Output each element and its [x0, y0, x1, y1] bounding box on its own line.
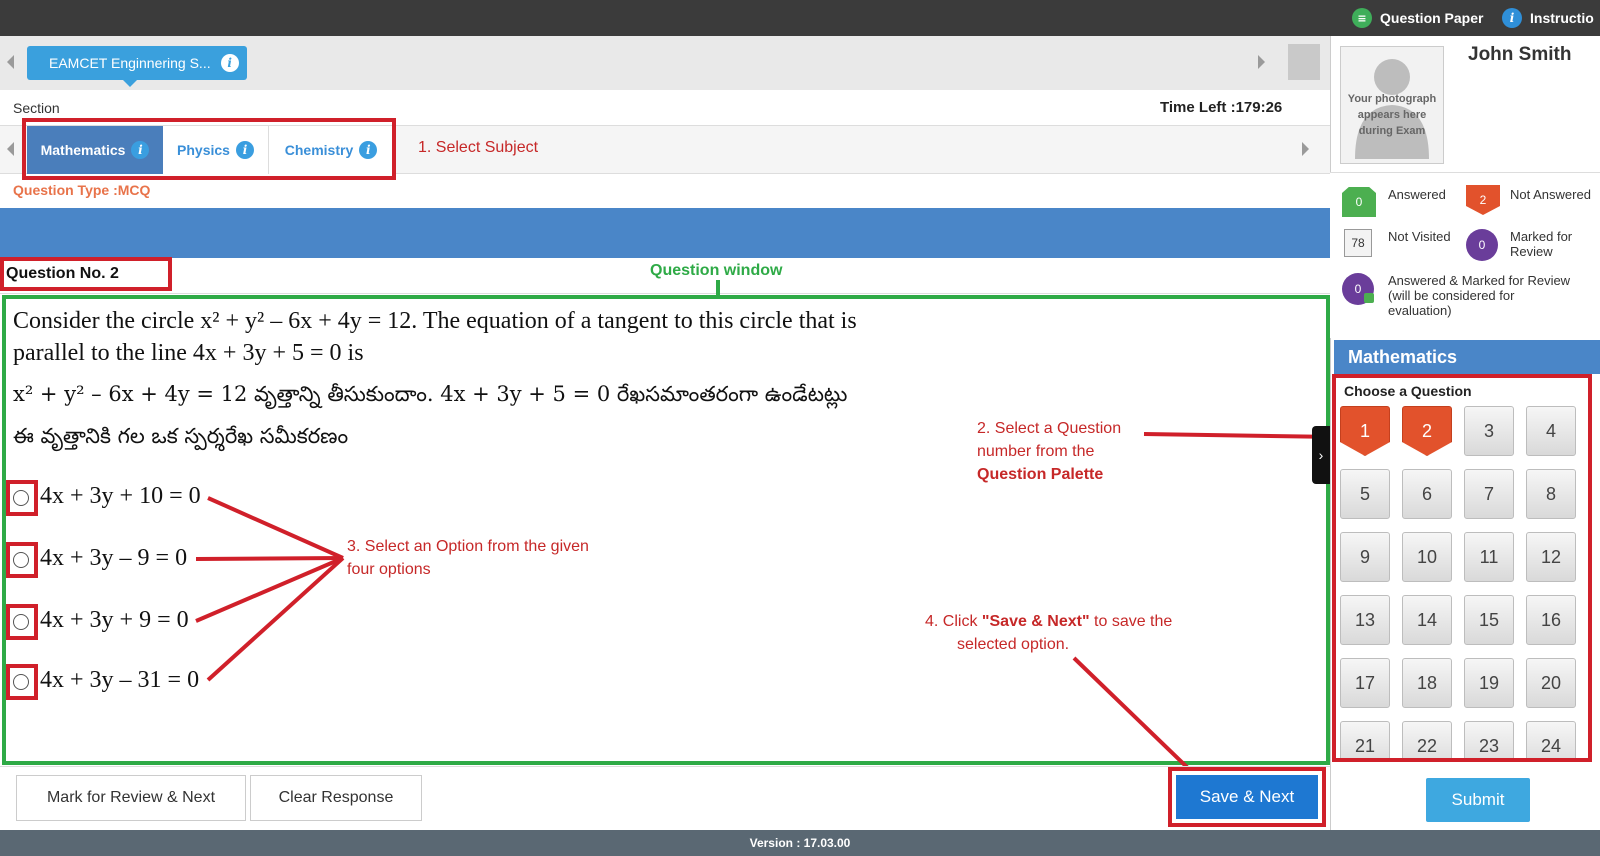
option-2-highlight: [6, 542, 38, 578]
annotation-select-question-line-3: Question Palette: [977, 466, 1104, 483]
subject-scroll-left-icon[interactable]: [7, 142, 14, 156]
palette-highlight: [1332, 374, 1592, 762]
option-4-text[interactable]: 4x + 3y – 31 = 0: [40, 667, 199, 694]
not-visited-label: Not Visited: [1388, 229, 1451, 244]
scroll-left-icon[interactable]: [7, 55, 14, 69]
info-icon[interactable]: i: [220, 54, 239, 72]
save-next-highlight: [1168, 767, 1326, 827]
version-footer: Version : 17.03.00: [0, 830, 1600, 856]
scroll-handle[interactable]: [1288, 44, 1320, 80]
collapse-panel-handle[interactable]: ›: [1312, 426, 1330, 484]
annotation-select-question-line-2: number from the: [977, 443, 1095, 460]
option-2-text[interactable]: 4x + 3y – 9 = 0: [40, 545, 187, 572]
mark-review-next-button[interactable]: Mark for Review & Next: [16, 775, 246, 821]
answered-badge: 0: [1342, 187, 1376, 217]
question-paper-icon: ≡: [1352, 8, 1372, 28]
exam-tab[interactable]: EAMCET Enginnering S... i: [27, 46, 247, 87]
question-type: Question Type :MCQ: [13, 182, 151, 198]
submit-button[interactable]: Submit: [1426, 778, 1530, 822]
clear-response-button[interactable]: Clear Response: [250, 775, 422, 821]
instructions-link[interactable]: i Instructio: [1502, 8, 1594, 28]
annotation-select-subject: 1. Select Subject: [418, 139, 539, 156]
subject-scroll-right-icon[interactable]: [1302, 142, 1309, 156]
candidate-photo: Your photograph appears here during Exam: [1340, 46, 1444, 164]
answered-label: Answered: [1388, 187, 1446, 202]
question-text-line-2: parallel to the line 4x + 3y + 5 = 0 is: [13, 340, 364, 366]
marked-badge: 0: [1466, 229, 1498, 261]
question-text-telugu-1: x² + y² – 6x + 4y = 12 వృత్తాన్ని తీసుకు…: [13, 382, 848, 406]
option-1-text[interactable]: 4x + 3y + 10 = 0: [40, 483, 201, 510]
annotation-save-next-line-2: selected option.: [957, 636, 1070, 653]
chevron-right-icon: ›: [1318, 447, 1324, 463]
annotation-save-next-line-1: 4. Click "Save & Next" to save the: [925, 613, 1173, 630]
scroll-right-icon[interactable]: [1258, 55, 1265, 69]
question-text-line-1: Consider the circle x² + y² – 6x + 4y = …: [13, 308, 857, 334]
option-1-highlight: [6, 480, 38, 516]
question-text-telugu-2: ఈ వృత్తానికి గల ఒక స్పర్శరేఖ సమీకరణం: [13, 424, 349, 448]
question-paper-label: Question Paper: [1380, 10, 1484, 26]
time-left: Time Left :179:26: [1160, 99, 1283, 116]
question-number-highlight: [0, 257, 172, 291]
annotation-question-window: Question window: [650, 262, 783, 279]
question-header-band: [0, 208, 1330, 258]
marked-label: Marked for Review: [1510, 229, 1573, 259]
candidate-name: John Smith: [1468, 44, 1572, 65]
answered-marked-label: Answered & Marked for Review (will be con…: [1388, 273, 1571, 318]
option-3-text[interactable]: 4x + 3y + 9 = 0: [40, 607, 189, 634]
status-legend: 0 Answered 2 Not Answered 78 Not Visited…: [1330, 172, 1600, 338]
subject-highlight-box: [22, 118, 396, 180]
answered-tick-icon: [1364, 293, 1374, 303]
option-4-highlight: [6, 664, 38, 700]
not-answered-badge: 2: [1466, 185, 1500, 215]
annotation-select-option-line-1: 3. Select an Option from the given: [347, 538, 589, 555]
photo-placeholder-text: Your photograph appears here during Exam: [1347, 93, 1437, 137]
palette-subject-header: Mathematics: [1334, 340, 1600, 374]
annotation-select-option-line-2: four options: [347, 561, 431, 578]
not-answered-label: Not Answered: [1510, 187, 1591, 202]
exam-tab-label: EAMCET Enginnering S...: [49, 55, 211, 71]
not-visited-badge: 78: [1344, 229, 1372, 257]
info-icon: i: [1502, 8, 1522, 28]
question-window-pointer: [716, 280, 720, 296]
section-label: Section: [13, 100, 60, 116]
option-3-highlight: [6, 604, 38, 640]
instructions-label: Instructio: [1530, 10, 1594, 26]
question-paper-link[interactable]: ≡ Question Paper: [1352, 8, 1483, 28]
annotation-select-question-line-1: 2. Select a Question: [977, 420, 1122, 437]
